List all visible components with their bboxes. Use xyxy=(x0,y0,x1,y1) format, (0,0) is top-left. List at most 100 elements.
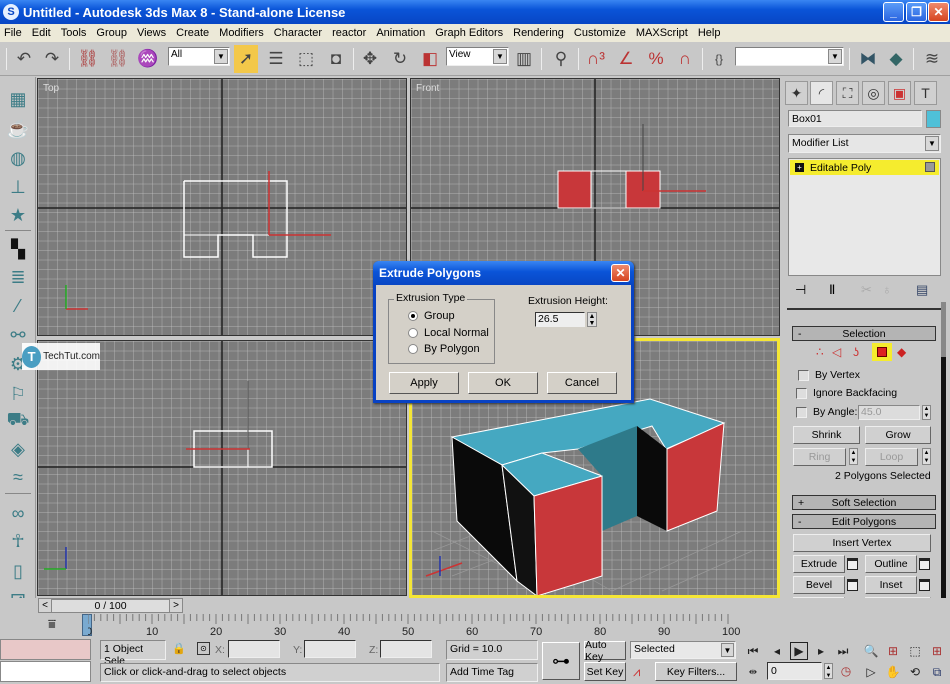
undo-icon[interactable]: ↶ xyxy=(12,47,36,71)
add-time-tag-button[interactable]: Add Time Tag xyxy=(446,663,538,682)
menu-edit[interactable]: Edit xyxy=(32,27,51,39)
outline-button[interactable]: Outline xyxy=(865,555,917,573)
radio-group[interactable]: Group xyxy=(408,310,455,322)
align-icon[interactable]: ◆ xyxy=(884,47,908,71)
modifier-list-dropdown[interactable]: Modifier List ▼ xyxy=(788,134,941,153)
set-key-button[interactable]: Set Key xyxy=(584,662,626,681)
toggle-icon[interactable] xyxy=(925,162,935,172)
current-frame-input[interactable]: 0 xyxy=(767,662,822,680)
menu-help[interactable]: Help xyxy=(698,27,721,39)
polygon-mode-icon[interactable] xyxy=(872,343,892,361)
rectangular-selection-icon[interactable]: ⬚ xyxy=(294,47,318,71)
element-mode-icon[interactable]: ◆ xyxy=(897,345,906,359)
scrollbar-thumb[interactable] xyxy=(941,357,946,632)
object-color-swatch[interactable] xyxy=(926,110,941,128)
edit-named-selection-icon[interactable]: {} xyxy=(707,47,731,71)
angle-input[interactable]: 45.0 xyxy=(858,405,920,420)
menu-maxscript[interactable]: MAXScript xyxy=(636,27,688,39)
outline-settings-icon[interactable] xyxy=(917,555,931,573)
unlink-icon[interactable]: ⛓ xyxy=(106,47,130,71)
zoom-all-icon[interactable]: ⊞ xyxy=(884,642,902,660)
create-tab-icon[interactable]: ✦ xyxy=(785,81,808,105)
display-tab-icon[interactable]: ▣ xyxy=(888,81,911,105)
soft-selection-rollout-header[interactable]: + Soft Selection xyxy=(792,495,936,510)
z-coord-input[interactable] xyxy=(380,640,432,658)
modify-tab-icon[interactable]: ◜ xyxy=(810,81,833,105)
y-coord-input[interactable] xyxy=(304,640,356,658)
edge-mode-icon[interactable]: ◁ xyxy=(832,345,841,359)
angle-snap-icon[interactable]: ∠ xyxy=(614,47,638,71)
menu-animation[interactable]: Animation xyxy=(376,27,425,39)
expand-icon[interactable]: + xyxy=(795,163,804,172)
hierarchy-tab-icon[interactable]: ⛶ xyxy=(836,81,859,105)
make-unique-icon[interactable]: ✂ xyxy=(861,282,872,298)
key-mode-dropdown[interactable]: Selected ▼ xyxy=(630,641,736,659)
next-frame-icon[interactable]: ▸ xyxy=(812,642,830,660)
boxes-icon[interactable]: ▦ xyxy=(5,87,31,111)
configure-modifier-sets-icon[interactable]: ▤ xyxy=(916,282,928,298)
vertex-mode-icon[interactable]: ∴ xyxy=(816,345,824,359)
edit-polygons-rollout-header[interactable]: - Edit Polygons xyxy=(792,514,936,529)
spinner-icon[interactable]: ▲ ▼ xyxy=(849,448,858,465)
key-filters-button[interactable]: Key Filters... xyxy=(655,662,737,681)
spring-icon[interactable]: ≣ xyxy=(5,265,31,289)
key-mode-toggle-icon[interactable]: ⇹ xyxy=(745,664,761,680)
radio-by-polygon[interactable]: By Polygon xyxy=(408,343,480,355)
restore-button[interactable]: ❐ xyxy=(906,2,927,22)
selection-filter-dropdown[interactable]: All ▼ xyxy=(168,47,230,66)
cloth-icon[interactable]: ▯ xyxy=(5,559,31,583)
spinner-icon[interactable]: ▲ ▼ xyxy=(824,663,833,679)
menu-group[interactable]: Group xyxy=(96,27,127,39)
close-button[interactable]: ✕ xyxy=(928,2,949,22)
bevel-button[interactable]: Bevel xyxy=(793,576,845,594)
maxscript-listener-pink[interactable] xyxy=(0,639,91,660)
insert-vertex-button[interactable]: Insert Vertex xyxy=(793,534,931,552)
chevron-left-icon[interactable]: < xyxy=(39,600,51,611)
radio-local-normal[interactable]: Local Normal xyxy=(408,327,489,339)
by-angle-checkbox[interactable]: By Angle: xyxy=(796,406,857,418)
named-selection-dropdown[interactable]: ▼ xyxy=(735,47,844,66)
play-icon[interactable]: ▶ xyxy=(790,642,808,660)
redo-icon[interactable]: ↷ xyxy=(40,47,64,71)
menu-modifiers[interactable]: Modifiers xyxy=(219,27,264,39)
set-key-big-button[interactable]: ⊶ xyxy=(542,642,580,680)
chevron-right-icon[interactable]: > xyxy=(170,600,182,611)
inset-settings-icon[interactable] xyxy=(917,576,931,594)
snap-3d-icon[interactable]: ∩³ xyxy=(584,47,608,71)
menu-views[interactable]: Views xyxy=(137,27,166,39)
maximize-viewport-icon[interactable]: ⧉ xyxy=(928,663,946,681)
spinner-icon[interactable]: ▲ ▼ xyxy=(587,312,597,327)
menu-customize[interactable]: Customize xyxy=(574,27,626,39)
move-icon[interactable]: ✥ xyxy=(358,47,382,71)
select-object-icon[interactable]: ➚ xyxy=(234,45,258,73)
menu-rendering[interactable]: Rendering xyxy=(513,27,564,39)
spinner-icon[interactable]: ▲ ▼ xyxy=(922,448,931,465)
x-coord-input[interactable] xyxy=(228,640,280,658)
pin-stack-icon[interactable]: ⊣ xyxy=(795,282,806,298)
select-by-name-icon[interactable]: ☰ xyxy=(264,47,288,71)
show-end-result-icon[interactable]: Ⅱ xyxy=(829,282,835,298)
car-icon[interactable]: ⛟ xyxy=(5,409,31,433)
bevel-settings-icon[interactable] xyxy=(845,576,859,594)
extrude-button[interactable]: Extrude xyxy=(793,555,845,573)
motion-tab-icon[interactable]: ◎ xyxy=(862,81,885,105)
loop-button[interactable]: Loop xyxy=(865,448,918,466)
wave-icon[interactable]: ≈ xyxy=(5,465,31,489)
time-configuration-icon[interactable]: ◷ xyxy=(838,663,854,679)
select-and-link-icon[interactable]: ⛓ xyxy=(76,47,100,71)
pan-icon[interactable]: ✋ xyxy=(884,663,902,681)
grow-button[interactable]: Grow xyxy=(865,426,931,444)
menu-create[interactable]: Create xyxy=(176,27,209,39)
percent-snap-icon[interactable]: % xyxy=(644,47,668,71)
window-crossing-icon[interactable]: ◘ xyxy=(324,47,348,71)
timeline-track[interactable]: 0 10 20 30 40 50 60 70 80 90 100 xyxy=(88,614,740,638)
shrink-button[interactable]: Shrink xyxy=(793,426,860,444)
absolute-mode-icon[interactable]: ⊙ xyxy=(197,642,210,655)
mirror-icon[interactable]: ⧓ xyxy=(856,47,880,71)
layer-manager-icon[interactable]: ≋ xyxy=(920,47,944,71)
utilities-tab-icon[interactable]: T xyxy=(914,81,937,105)
cylinder-icon[interactable]: ⁄ xyxy=(5,294,31,318)
ice-block-icon[interactable]: ◈ xyxy=(5,437,31,461)
default-tangent-icon[interactable]: ⩘ xyxy=(633,664,640,680)
apply-button[interactable]: Apply xyxy=(389,372,459,394)
